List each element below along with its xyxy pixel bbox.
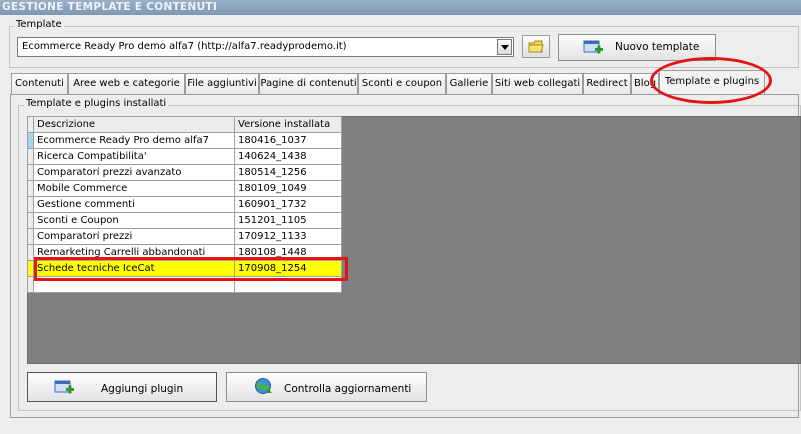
table-row[interactable]: Comparatori prezzi avanzato 180514_1256 — [27, 164, 342, 181]
add-plugin-button[interactable]: Aggiungi plugin — [27, 372, 217, 402]
chevron-down-icon[interactable] — [497, 39, 512, 55]
tab-file-aggiuntivi[interactable]: File aggiuntivi — [185, 73, 259, 94]
cell-version: 180514_1256 — [234, 164, 342, 181]
globe-update-icon — [255, 378, 272, 394]
new-template-button[interactable]: Nuovo template — [558, 34, 716, 61]
template-select[interactable]: Ecommerce Ready Pro demo alfa7 (http://a… — [17, 37, 514, 57]
table-header-row: Descrizione Versione installata — [27, 116, 342, 133]
cell-version: 160901_1732 — [234, 196, 342, 213]
cell-version: 140624_1438 — [234, 148, 342, 165]
table-row[interactable]: Gestione commenti 160901_1732 — [27, 196, 342, 213]
cell-description: Ricerca Compatibilita' — [33, 148, 235, 165]
tab-label: Sconti e coupon — [361, 78, 443, 89]
add-window-icon — [583, 40, 603, 54]
add-plugin-label: Aggiungi plugin — [101, 383, 184, 395]
cell-description: Gestione commenti — [33, 196, 235, 213]
annotation-oval — [650, 57, 772, 104]
tab-sconti-coupon[interactable]: Sconti e coupon — [358, 73, 446, 94]
tab-aree-web[interactable]: Aree web e categorie — [68, 73, 185, 94]
cell-description: Sconti e Coupon — [33, 212, 235, 229]
plugins-group-label: Template e plugins installati — [24, 98, 169, 109]
cell-description: Mobile Commerce — [33, 180, 235, 197]
template-group-label: Template — [14, 19, 64, 30]
add-window-icon — [54, 380, 74, 394]
tab-redirect[interactable]: Redirect — [583, 73, 631, 94]
tab-label: Aree web e categorie — [73, 78, 180, 89]
table-row[interactable]: Comparatori prezzi 170912_1133 — [27, 228, 342, 245]
cell-description: Ecommerce Ready Pro demo alfa7 — [33, 132, 235, 149]
table-row[interactable]: Sconti e Coupon 151201_1105 — [27, 212, 342, 229]
tab-label: Siti web collegati — [494, 78, 581, 89]
tab-label: Gallerie — [449, 78, 489, 89]
cell-version: 180416_1037 — [234, 132, 342, 149]
tab-label: Contenuti — [15, 78, 64, 89]
tab-label: Redirect — [586, 78, 628, 89]
column-header-version[interactable]: Versione installata — [234, 116, 342, 133]
tab-label: Pagine di contenuti — [260, 78, 357, 89]
annotation-rectangle — [34, 257, 348, 281]
table-row[interactable]: Ricerca Compatibilita' 140624_1438 — [27, 148, 342, 165]
browse-folder-button[interactable] — [522, 35, 550, 58]
tab-siti-web[interactable]: Siti web collegati — [492, 73, 583, 94]
table-row[interactable]: Mobile Commerce 180109_1049 — [27, 180, 342, 197]
template-select-value: Ecommerce Ready Pro demo alfa7 (http://a… — [22, 41, 347, 52]
cell-description: Comparatori prezzi — [33, 228, 235, 245]
tab-label: File aggiuntivi — [187, 78, 257, 89]
check-updates-label: Controlla aggiornamenti — [284, 383, 412, 395]
column-header-description[interactable]: Descrizione — [33, 116, 235, 133]
cell-version: 170912_1133 — [234, 228, 342, 245]
check-updates-button[interactable]: Controlla aggiornamenti — [226, 372, 427, 402]
cell-description: Comparatori prezzi avanzato — [33, 164, 235, 181]
tab-gallerie[interactable]: Gallerie — [446, 73, 492, 94]
folder-icon — [528, 40, 544, 53]
cell-version: 180109_1049 — [234, 180, 342, 197]
table-row[interactable]: Ecommerce Ready Pro demo alfa7 180416_10… — [27, 132, 342, 149]
cell-version: 151201_1105 — [234, 212, 342, 229]
window-title: GESTIONE TEMPLATE E CONTENUTI — [0, 0, 801, 15]
new-template-label: Nuovo template — [615, 41, 700, 53]
tab-contenuti[interactable]: Contenuti — [11, 73, 68, 94]
tab-pagine-contenuti[interactable]: Pagine di contenuti — [259, 73, 358, 94]
